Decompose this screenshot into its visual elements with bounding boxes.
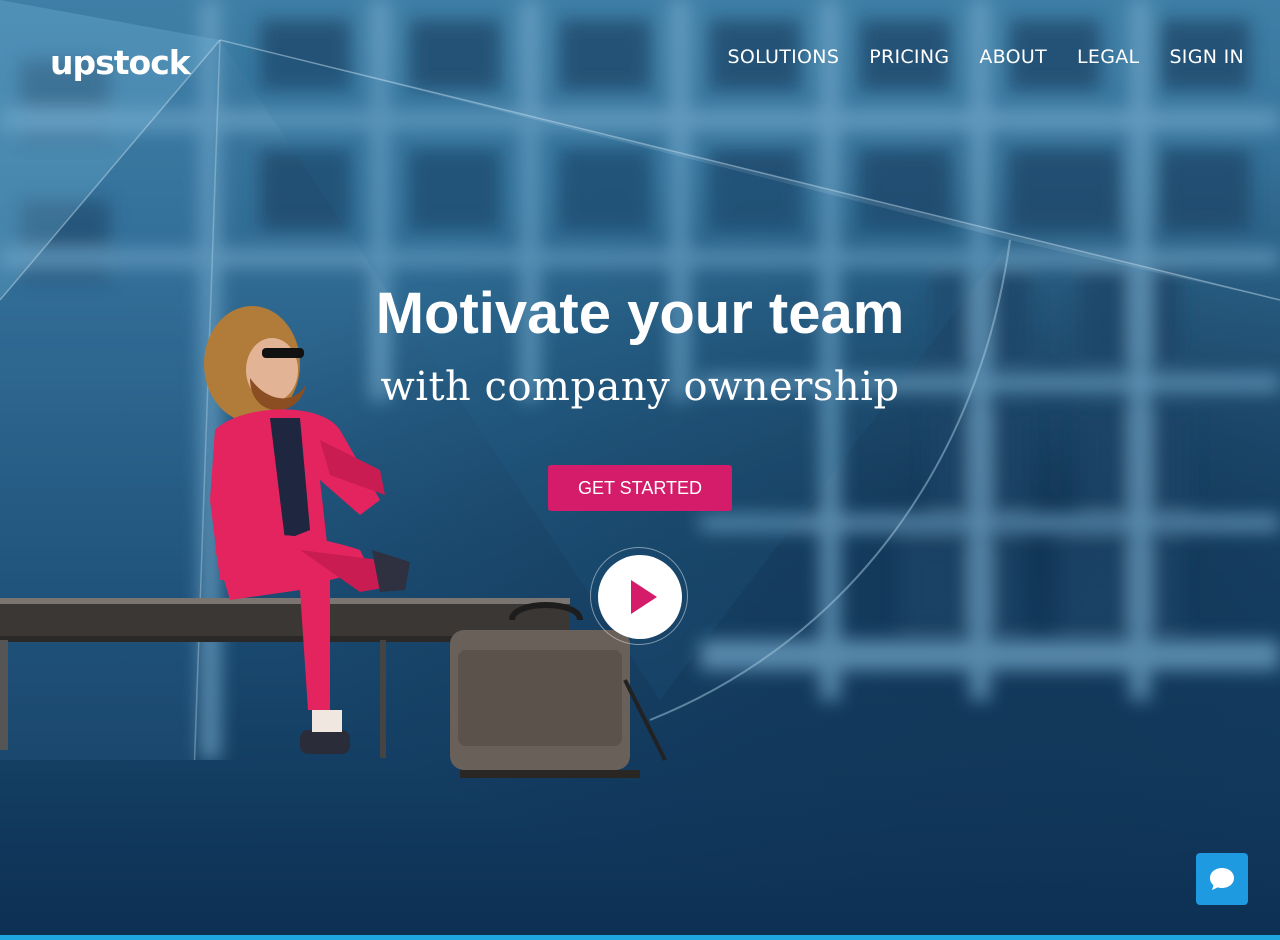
nav-link-legal[interactable]: LEGAL — [1077, 46, 1139, 68]
brand-logo-text: upstock — [50, 42, 191, 82]
nav-link-solutions[interactable]: SOLUTIONS — [727, 46, 839, 68]
nav-links: SOLUTIONS PRICING ABOUT LEGAL SIGN IN — [727, 46, 1244, 68]
nav-link-pricing[interactable]: PRICING — [869, 46, 949, 68]
chat-bubble-icon — [1210, 868, 1234, 890]
brand-logo[interactable]: upstock — [50, 40, 191, 84]
hero-title: Motivate your team — [375, 281, 905, 346]
get-started-button[interactable]: GET STARTED — [548, 465, 732, 511]
nav-link-sign-in[interactable]: SIGN IN — [1169, 46, 1244, 68]
chat-button[interactable] — [1196, 853, 1248, 905]
bottom-accent-strip — [0, 935, 1280, 940]
top-navigation: upstock SOLUTIONS PRICING ABOUT LEGAL SI… — [0, 0, 1280, 120]
hero-subtitle: with company ownership — [380, 364, 900, 410]
play-icon — [631, 580, 657, 614]
play-video-button[interactable] — [598, 555, 682, 639]
nav-link-about[interactable]: ABOUT — [979, 46, 1047, 68]
